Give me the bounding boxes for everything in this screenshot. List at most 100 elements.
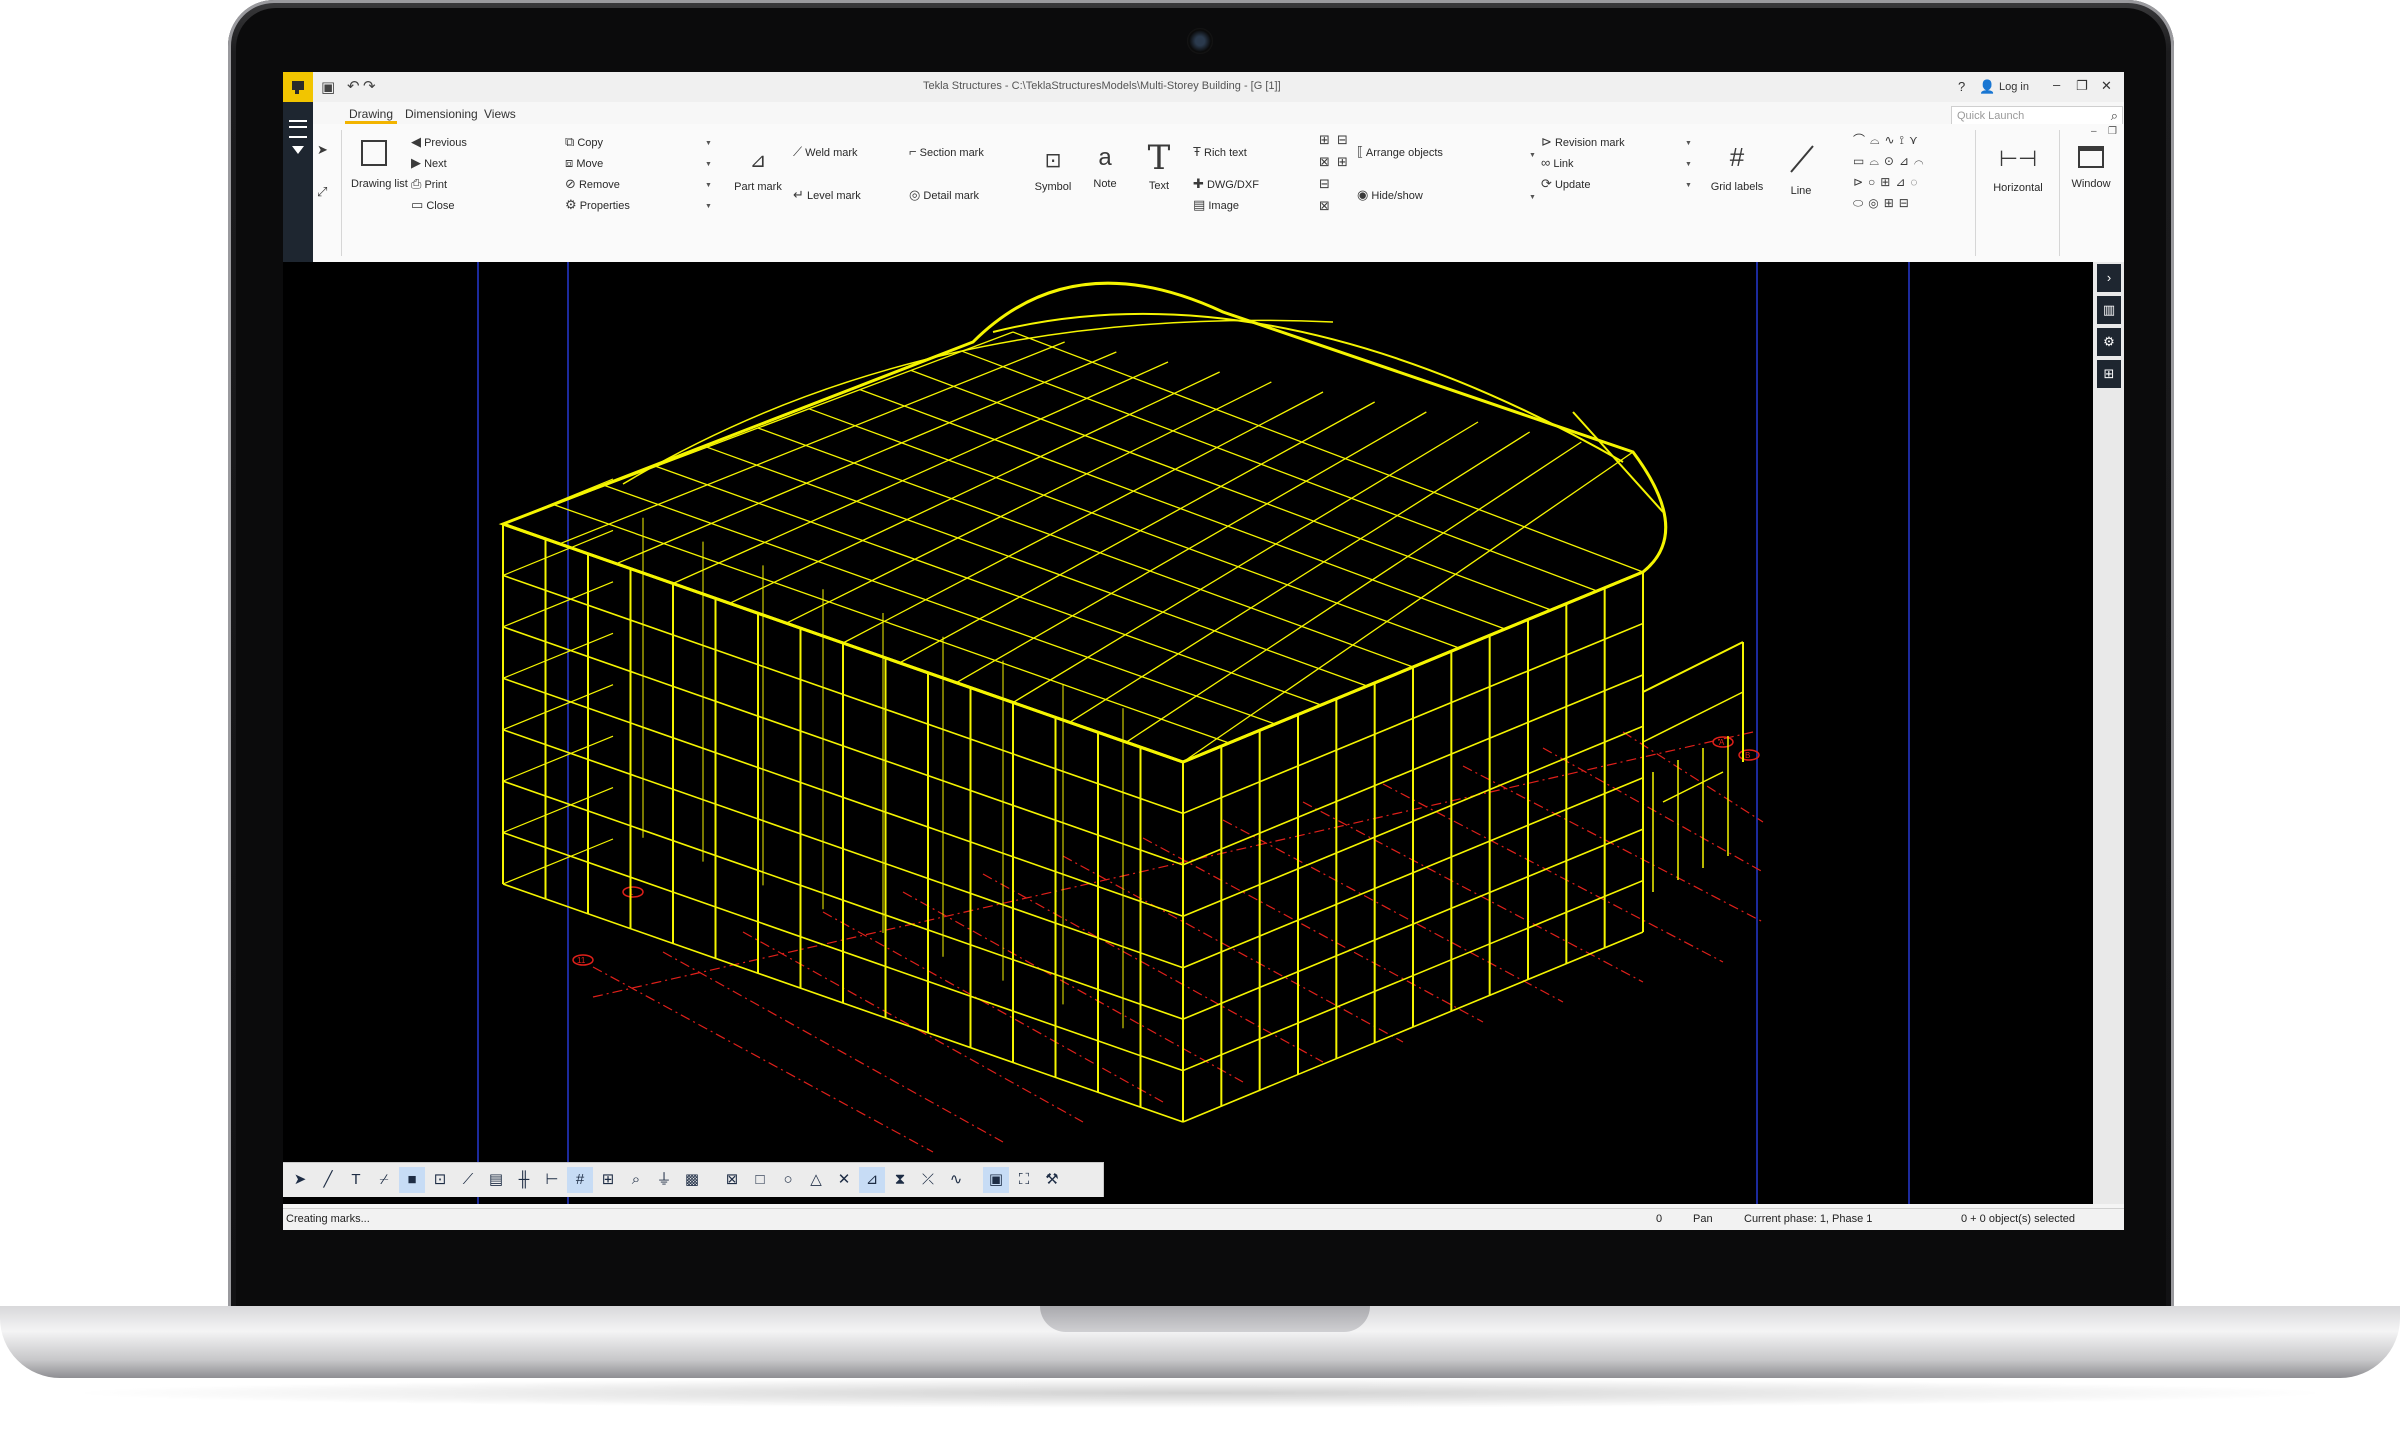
search-icon[interactable]: ⌕ [2111,108,2118,124]
previous-button[interactable]: ◀ Previous [411,134,467,150]
select-all-icon[interactable]: ▣ [983,1167,1009,1193]
remove-label: Remove [578,179,620,191]
update-button[interactable]: ⟳ Update [1541,176,1590,192]
link-button[interactable]: ∞ Link [1541,155,1574,170]
help-button[interactable]: ? [1958,79,1965,94]
tekla-app-icon[interactable] [283,72,313,102]
link-dropdown[interactable]: ▼ [1685,161,1692,168]
restore-button[interactable]: ❐ [2076,78,2088,94]
save-icon[interactable]: ▣ [321,78,335,96]
title-bar: ▣ ↶ ↷ Tekla Structures - C:\TeklaStructu… [283,72,2124,103]
snap-midpoint-icon[interactable]: ⧗ [887,1167,913,1193]
expand-panel-icon[interactable]: › [2097,264,2121,292]
chevron-down-icon[interactable] [292,146,304,154]
text-tool-icon[interactable]: T [343,1167,369,1193]
pattern-tool-icon[interactable]: ▩ [679,1167,705,1193]
drawing-list-button[interactable]: Drawing list [351,140,408,190]
line-button[interactable]: Line [1781,142,1821,197]
print-label: Print [424,179,448,191]
snap-intersection-icon[interactable]: ✕ [831,1167,857,1193]
next-button[interactable]: ▶ Next [411,155,447,171]
update-dropdown[interactable]: ▼ [1685,182,1692,189]
dwg-dxf-button[interactable]: ✚ DWG/DXF [1193,176,1259,192]
detail-mark-button[interactable]: ◎ Detail mark [909,187,979,203]
plug-tool-icon[interactable]: ⏚ [651,1167,677,1193]
part-mark-button[interactable]: ⊿ Part mark [729,148,787,193]
grid-snap-alt-icon[interactable]: ⊞ [595,1167,621,1193]
close-button[interactable]: ✕ [2101,78,2112,94]
snap-triangle-icon[interactable]: △ [803,1167,829,1193]
properties-button[interactable]: ⚙ Properties [565,197,630,213]
snap-free-icon[interactable]: ⤫ [915,1167,941,1193]
select-objects-icon[interactable]: ⚒ [1039,1167,1065,1193]
section-mark-button[interactable]: ⌐ Section mark [909,144,984,159]
snap-reference-icon[interactable]: ⊠ [719,1167,745,1193]
properties-dropdown[interactable]: ▼ [705,203,712,210]
catalog-icon[interactable]: ▥ [2097,296,2121,324]
snap-square-icon[interactable]: □ [747,1167,773,1193]
drawing-canvas[interactable]: A B 1 11 [283,262,2093,1204]
weld-tool-icon[interactable]: ⌿ [371,1167,397,1193]
minimize-button[interactable]: – [2053,77,2060,92]
move-dropdown[interactable]: ▼ [705,161,712,168]
horizontal-button[interactable]: ⊢⊣ Horizontal [1983,146,2053,194]
tab-dimensioning[interactable]: Dimensioning [405,107,478,121]
line-tool-icon[interactable]: ╱ [315,1167,341,1193]
revision-mark-button[interactable]: ⊳ Revision mark [1541,134,1625,150]
ribbon-restore-button[interactable]: ❐ [2108,126,2117,137]
group-icon[interactable]: ⊠ [1319,198,1330,214]
grid-snap-icon[interactable]: # [567,1167,593,1193]
symbol-tool-icon[interactable]: ⊡ [427,1167,453,1193]
tab-views[interactable]: Views [484,107,516,121]
tab-drawing[interactable]: Drawing [349,107,393,121]
grid-tool-icon[interactable]: ╫ [511,1167,537,1193]
dimension-tool-icon[interactable]: ⊢ [539,1167,565,1193]
arrange-dropdown[interactable]: ▼ [1529,152,1536,159]
grid-labels-button[interactable]: # Grid labels [1705,142,1769,193]
window-button[interactable]: Window [2065,146,2117,190]
weld-mark-button[interactable]: ⟋ Weld mark [793,144,858,160]
rich-text-button[interactable]: Ŧ Rich text [1193,144,1247,159]
gear-icon[interactable]: ⚙ [2097,328,2121,356]
hide-dropdown[interactable]: ▼ [1529,194,1536,201]
menu-icon[interactable] [289,120,307,138]
select-tool-icon[interactable]: ➤ [287,1167,313,1193]
copy-dropdown[interactable]: ▼ [705,140,712,147]
snap-tool-icon[interactable]: ⤢ [317,184,327,200]
view-tool-icon[interactable]: ▤ [483,1167,509,1193]
snap-circle-icon[interactable]: ○ [775,1167,801,1193]
print-button[interactable]: ⎙ Print [411,176,447,192]
snap-perpendicular-icon[interactable]: ⊿ [859,1167,885,1193]
level-mark-button[interactable]: ↵ Level mark [793,187,861,203]
hide-show-button[interactable]: ◉ Hide/show [1357,187,1423,203]
redo-icon[interactable]: ↷ [363,77,376,95]
text-button[interactable]: T Text [1139,138,1179,192]
align-right-icon[interactable]: ⊟ [1337,132,1348,148]
align-left-icon[interactable]: ⊞ [1319,132,1330,148]
revision-dropdown[interactable]: ▼ [1685,140,1692,147]
distribute-icon[interactable]: ⊠ [1319,154,1330,170]
move-button[interactable]: ⧈ Move [565,155,603,171]
zoom-tool-icon[interactable]: ⌕ [623,1167,649,1193]
close-drawing-button[interactable]: ▭ Close [411,197,454,213]
stack-icon[interactable]: ⊞ [1337,154,1348,170]
login-button[interactable]: Log in [1999,81,2029,93]
arrange-objects-button[interactable]: ⟦ Arrange objects [1357,144,1443,160]
lock-icon[interactable]: ⊟ [1319,176,1330,192]
snap-curve-icon[interactable]: ∿ [943,1167,969,1193]
properties-panel-icon[interactable]: ⊞ [2097,360,2121,388]
select-pointer-icon[interactable]: ➤ [317,142,328,158]
part-tool-icon[interactable]: ■ [399,1167,425,1193]
shape-tools[interactable]: ⌒⌓∿⟟⋎ ▭⌓⊙⊿⌒ ⊳○⊞⊿◌ ⬭◎⊞⊟ [1853,130,1973,214]
part-mark-icon: ⊿ [749,150,767,172]
remove-button[interactable]: ⊘ Remove [565,176,620,192]
select-window-icon[interactable]: ⛶ [1011,1167,1037,1193]
note-button[interactable]: a Note [1085,144,1125,190]
undo-icon[interactable]: ↶ [347,77,360,95]
copy-button[interactable]: ⧉ Copy [565,134,603,150]
mark-tool-icon[interactable]: ⟋ [455,1167,481,1193]
remove-dropdown[interactable]: ▼ [705,182,712,189]
image-button[interactable]: ▤ Image [1193,197,1239,213]
symbol-button[interactable]: ⊡ Symbol [1029,148,1077,193]
ribbon-minimize-button[interactable]: – [2091,126,2097,137]
